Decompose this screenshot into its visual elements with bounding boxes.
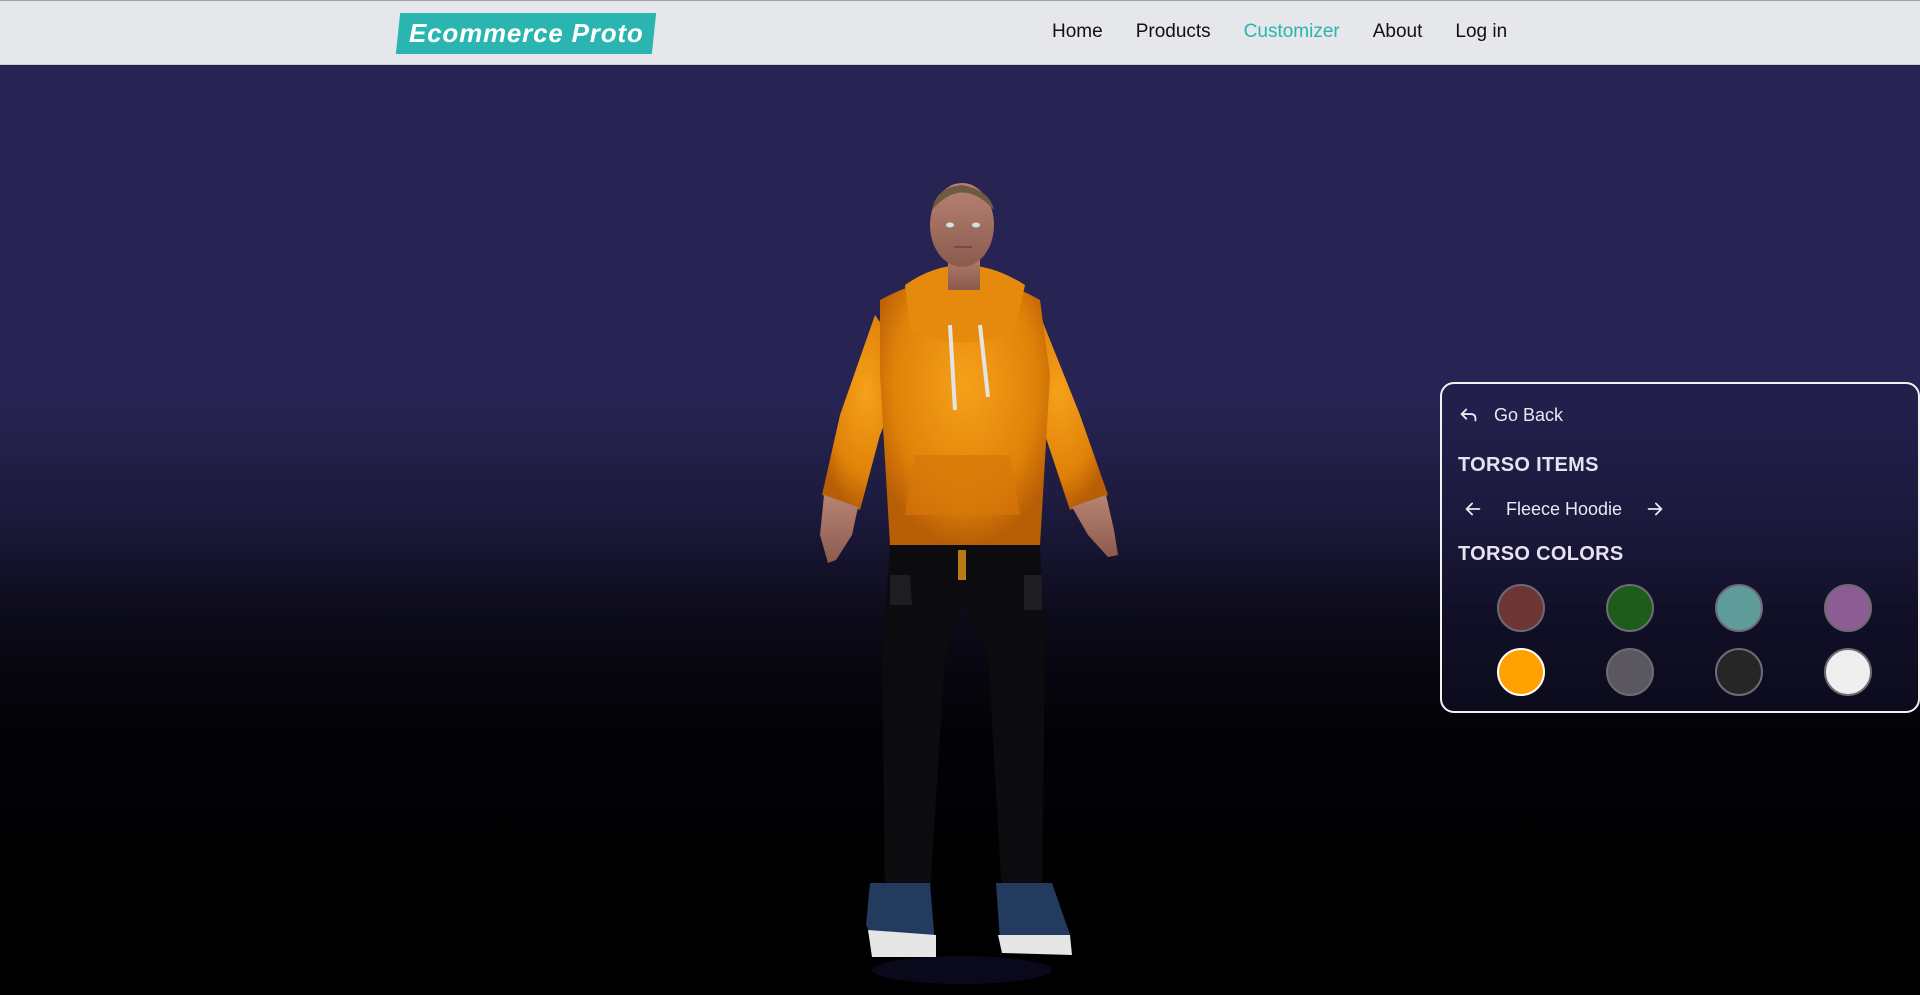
color-swatch[interactable]	[1606, 648, 1654, 696]
go-back-label: Go Back	[1494, 404, 1564, 425]
color-swatch[interactable]	[1497, 648, 1545, 696]
nav-login[interactable]: Log in	[1455, 21, 1507, 43]
site-logo[interactable]: Ecommerce Proto	[395, 13, 657, 54]
left-hand	[820, 495, 858, 563]
floor-shadow	[872, 956, 1052, 984]
go-back-button[interactable]: Go Back	[1458, 404, 1563, 426]
nav-home[interactable]: Home	[1052, 21, 1103, 43]
top-navbar: Ecommerce Proto Home Products Customizer…	[0, 0, 1920, 65]
torso-item-selector: Fleece Hoodie	[1462, 498, 1666, 520]
current-torso-item: Fleece Hoodie	[1506, 498, 1623, 519]
color-swatch[interactable]	[1606, 584, 1654, 632]
avatar-model[interactable]	[740, 135, 1200, 995]
color-swatch[interactable]	[1715, 584, 1763, 632]
color-swatch[interactable]	[1824, 584, 1872, 632]
color-swatch[interactable]	[1715, 648, 1763, 696]
color-swatch[interactable]	[1497, 584, 1545, 632]
arrow-right-icon[interactable]	[1644, 498, 1666, 520]
3d-scene-canvas[interactable]: Go Back TORSO ITEMS Fleece Hoodie TORSO …	[0, 65, 1920, 984]
arrow-left-icon[interactable]	[1462, 498, 1484, 520]
torso-colors-title: TORSO COLORS	[1458, 543, 1624, 565]
nav-about[interactable]: About	[1373, 21, 1423, 43]
undo-arrow-icon	[1460, 408, 1477, 422]
torso-customizer-panel: Go Back TORSO ITEMS Fleece Hoodie TORSO …	[1440, 382, 1920, 713]
nav-products[interactable]: Products	[1136, 21, 1211, 43]
nav-customizer[interactable]: Customizer	[1244, 21, 1340, 43]
torso-items-title: TORSO ITEMS	[1458, 454, 1599, 476]
nav-links: Home Products Customizer About Log in	[1052, 21, 1540, 43]
color-swatch[interactable]	[1824, 648, 1872, 696]
logo-text: Ecommerce Proto	[408, 18, 644, 48]
